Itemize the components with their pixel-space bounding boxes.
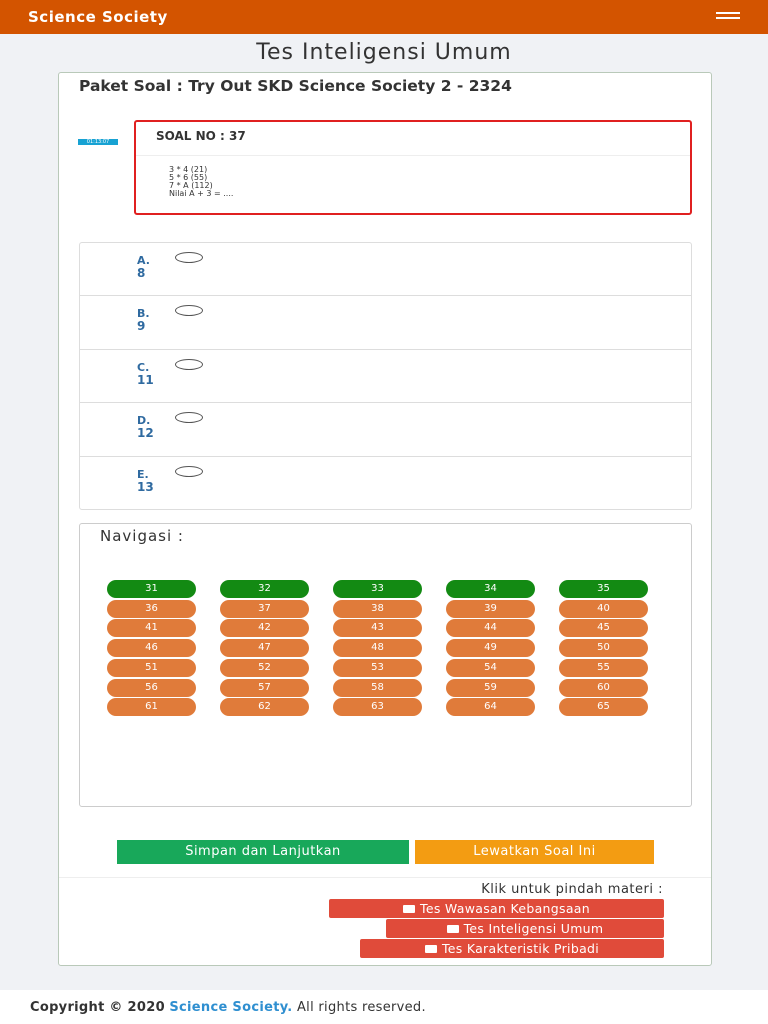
footer: Copyright © 2020 Science Society. All ri… bbox=[0, 990, 768, 1024]
nav-question-41[interactable]: 41 bbox=[107, 619, 196, 638]
footer-brand-link[interactable]: Science Society. bbox=[169, 1000, 292, 1015]
radio-button[interactable] bbox=[175, 358, 203, 370]
countdown-timer: 01:13:07 bbox=[78, 139, 118, 145]
question-text: 3 * 4 (21) 5 * 6 (55) 7 * A (112) Nilai … bbox=[169, 166, 233, 198]
nav-question-45[interactable]: 45 bbox=[559, 619, 648, 638]
option-value: 12 bbox=[137, 426, 154, 441]
nav-question-53[interactable]: 53 bbox=[333, 658, 422, 677]
nav-question-52[interactable]: 52 bbox=[220, 658, 309, 677]
brand-name[interactable]: Science Society bbox=[28, 8, 168, 26]
nav-question-46[interactable]: 46 bbox=[107, 639, 196, 658]
nav-question-44[interactable]: 44 bbox=[446, 619, 535, 638]
radio-button[interactable] bbox=[175, 465, 203, 477]
option-value: 11 bbox=[137, 372, 154, 387]
book-icon bbox=[424, 945, 437, 953]
materi-label: Tes Wawasan Kebangsaan bbox=[420, 901, 590, 916]
nav-question-63[interactable]: 63 bbox=[333, 698, 422, 717]
option-a[interactable]: A. 8 bbox=[80, 243, 691, 297]
nav-question-57[interactable]: 57 bbox=[220, 678, 309, 697]
page-title: Tes Inteligensi Umum bbox=[256, 40, 512, 65]
question-number: SOAL NO : 37 bbox=[156, 129, 246, 143]
nav-question-51[interactable]: 51 bbox=[107, 658, 196, 677]
radio-button[interactable] bbox=[175, 252, 203, 263]
book-icon bbox=[446, 925, 459, 933]
exam-card: Paket Soal : Try Out SKD Science Society… bbox=[58, 72, 712, 966]
nav-question-31[interactable]: 31 bbox=[107, 580, 196, 598]
copyright-text: Copyright © 2020 Science Society. All ri… bbox=[30, 1000, 426, 1015]
nav-question-37[interactable]: 37 bbox=[220, 599, 309, 618]
nav-question-40[interactable]: 40 bbox=[559, 599, 648, 618]
nav-question-65[interactable]: 65 bbox=[559, 698, 648, 717]
materi-label: Tes Karakteristik Pribadi bbox=[441, 941, 600, 956]
copyright-prefix: Copyright © 2020 bbox=[30, 1000, 165, 1015]
nav-question-50[interactable]: 50 bbox=[559, 639, 648, 658]
option-d[interactable]: D. 12 bbox=[80, 403, 691, 457]
option-value: 13 bbox=[137, 479, 154, 494]
nav-question-39[interactable]: 39 bbox=[446, 599, 535, 618]
nav-question-61[interactable]: 61 bbox=[107, 698, 196, 717]
nav-question-55[interactable]: 55 bbox=[559, 658, 648, 677]
materi-label: Tes Inteligensi Umum bbox=[463, 921, 604, 936]
option-value: 9 bbox=[137, 319, 146, 334]
copyright-suffix: All rights reserved. bbox=[296, 1000, 426, 1015]
radio-button[interactable] bbox=[175, 412, 203, 424]
answer-options: A. 8 B. 9 C. 11 D. 12 E. 13 bbox=[79, 242, 692, 510]
divider bbox=[59, 877, 711, 878]
question-header: SOAL NO : 37 bbox=[136, 122, 690, 156]
top-navbar: Science Society bbox=[0, 0, 768, 34]
nav-question-49[interactable]: 49 bbox=[446, 639, 535, 658]
materi-tiu-button[interactable]: Tes Inteligensi Umum bbox=[386, 919, 664, 938]
nav-question-32[interactable]: 32 bbox=[220, 580, 309, 598]
navigation-panel: Navigasi : 31 32 33 34 35 36 37 38 39 40 41 42 43 44 4… bbox=[79, 523, 692, 807]
nav-question-34[interactable]: 34 bbox=[446, 580, 535, 598]
nav-question-42[interactable]: 42 bbox=[220, 619, 309, 638]
option-e[interactable]: E. 13 bbox=[80, 457, 691, 510]
paket-title: Paket Soal : Try Out SKD Science Society… bbox=[79, 77, 512, 95]
nav-question-48[interactable]: 48 bbox=[333, 639, 422, 658]
nav-question-35[interactable]: 35 bbox=[559, 580, 648, 598]
question-line: Nilai A + 3 = .... bbox=[169, 189, 234, 198]
save-next-button[interactable]: Simpan dan Lanjutkan bbox=[117, 840, 409, 864]
nav-question-56[interactable]: 56 bbox=[107, 678, 196, 697]
book-icon bbox=[403, 905, 416, 913]
nav-question-43[interactable]: 43 bbox=[333, 619, 422, 638]
nav-question-64[interactable]: 64 bbox=[446, 698, 535, 717]
materi-twk-button[interactable]: Tes Wawasan Kebangsaan bbox=[329, 899, 664, 918]
nav-question-60[interactable]: 60 bbox=[559, 678, 648, 697]
hamburger-icon[interactable] bbox=[716, 12, 740, 22]
option-b[interactable]: B. 9 bbox=[80, 296, 691, 350]
nav-question-58[interactable]: 58 bbox=[333, 678, 422, 697]
materi-tkp-button[interactable]: Tes Karakteristik Pribadi bbox=[360, 939, 664, 958]
question-box: SOAL NO : 37 3 * 4 (21) 5 * 6 (55) 7 * A… bbox=[134, 120, 692, 215]
switch-material-label: Klik untuk pindah materi : bbox=[481, 882, 663, 897]
nav-question-33[interactable]: 33 bbox=[333, 580, 422, 598]
nav-question-62[interactable]: 62 bbox=[220, 698, 309, 717]
nav-question-36[interactable]: 36 bbox=[107, 599, 196, 618]
nav-question-59[interactable]: 59 bbox=[446, 678, 535, 697]
nav-question-47[interactable]: 47 bbox=[220, 639, 309, 658]
nav-question-54[interactable]: 54 bbox=[446, 658, 535, 677]
nav-question-38[interactable]: 38 bbox=[333, 599, 422, 618]
skip-question-button[interactable]: Lewatkan Soal Ini bbox=[415, 840, 654, 864]
radio-button[interactable] bbox=[175, 305, 203, 317]
option-value: 8 bbox=[137, 266, 146, 280]
navigation-title: Navigasi : bbox=[100, 527, 184, 545]
option-c[interactable]: C. 11 bbox=[80, 350, 691, 404]
